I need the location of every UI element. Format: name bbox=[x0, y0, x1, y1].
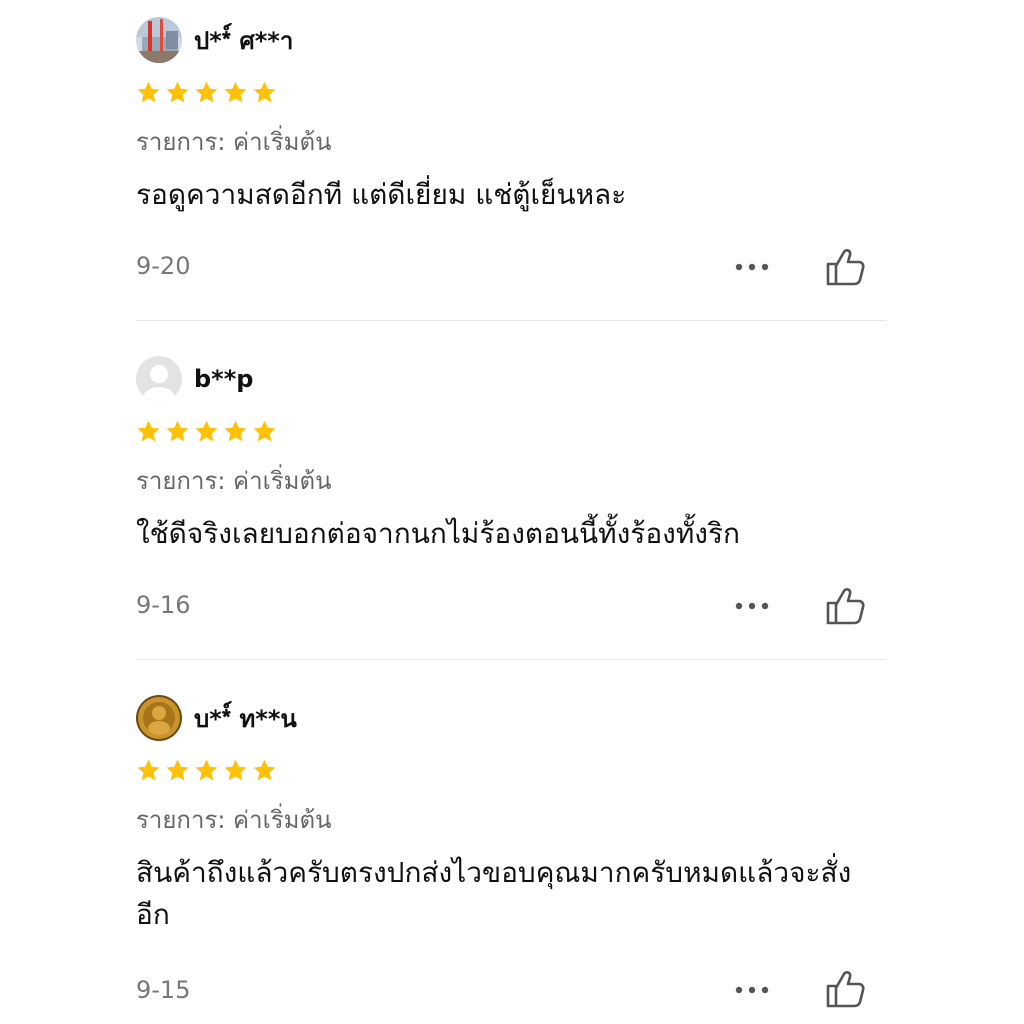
review-header: b**p bbox=[136, 353, 253, 405]
review-comment: รอดูความสดอีกที แต่ดีเยี่ยม แช่ตู้เย็นหล… bbox=[136, 178, 627, 211]
review-date: 9-15 bbox=[136, 976, 191, 1004]
divider bbox=[136, 320, 886, 321]
review-item: b**p รายการ: ค่าเริ่มต้น ใช้ดีจริงเลยบอก… bbox=[136, 353, 886, 683]
star-icon bbox=[253, 81, 276, 103]
star-icon bbox=[137, 81, 160, 103]
more-options-icon[interactable] bbox=[734, 261, 770, 273]
more-options-icon[interactable] bbox=[734, 984, 770, 996]
username: b**p bbox=[194, 365, 254, 393]
variation-label: รายการ: ค่าเริ่มต้น bbox=[136, 128, 332, 156]
star-icon bbox=[166, 420, 189, 442]
star-icon bbox=[224, 81, 247, 103]
review-list: ป**์ ศ**า รายการ: ค่าเริ่มต้น รอดูความสด… bbox=[0, 0, 1024, 1024]
more-options-icon[interactable] bbox=[734, 600, 770, 612]
review-comment: สินค้าถึงแล้วครับตรงปกส่งไวขอบคุณมากครับ… bbox=[136, 856, 852, 931]
star-rating bbox=[136, 758, 277, 783]
star-icon bbox=[166, 81, 189, 103]
review-header: บ**์ ท**น bbox=[136, 692, 297, 744]
star-icon bbox=[195, 759, 218, 781]
star-icon bbox=[224, 759, 247, 781]
star-icon bbox=[253, 420, 276, 442]
variation-label: รายการ: ค่าเริ่มต้น bbox=[136, 467, 332, 495]
star-icon bbox=[195, 81, 218, 103]
thumbs-up-icon[interactable] bbox=[824, 246, 866, 288]
thumbs-up-icon[interactable] bbox=[824, 968, 866, 1010]
thumbs-up-icon[interactable] bbox=[824, 585, 866, 627]
variation-label: รายการ: ค่าเริ่มต้น bbox=[136, 806, 332, 834]
username: บ**์ ท**น bbox=[194, 704, 297, 733]
star-icon bbox=[137, 420, 160, 442]
avatar[interactable] bbox=[136, 356, 182, 402]
star-icon bbox=[137, 759, 160, 781]
star-icon bbox=[166, 759, 189, 781]
review-item: บ**์ ท**น รายการ: ค่าเริ่มต้น สินค้าถึงแ… bbox=[136, 692, 886, 1022]
star-icon bbox=[195, 420, 218, 442]
review-header: ป**์ ศ**า bbox=[136, 14, 293, 66]
review-date: 9-20 bbox=[136, 252, 191, 280]
star-rating bbox=[136, 419, 277, 444]
default-user-icon bbox=[136, 356, 182, 402]
star-rating bbox=[136, 80, 277, 105]
username: ป**์ ศ**า bbox=[194, 26, 294, 55]
star-icon bbox=[224, 420, 247, 442]
star-icon bbox=[253, 759, 276, 781]
avatar[interactable] bbox=[136, 17, 182, 63]
review-item: ป**์ ศ**า รายการ: ค่าเริ่มต้น รอดูความสด… bbox=[136, 14, 886, 344]
avatar[interactable] bbox=[136, 695, 182, 741]
review-comment: ใช้ดีจริงเลยบอกต่อจากนกไม่ร้องตอนนี้ทั้ง… bbox=[136, 517, 740, 550]
review-date: 9-16 bbox=[136, 591, 191, 619]
divider bbox=[136, 659, 886, 660]
